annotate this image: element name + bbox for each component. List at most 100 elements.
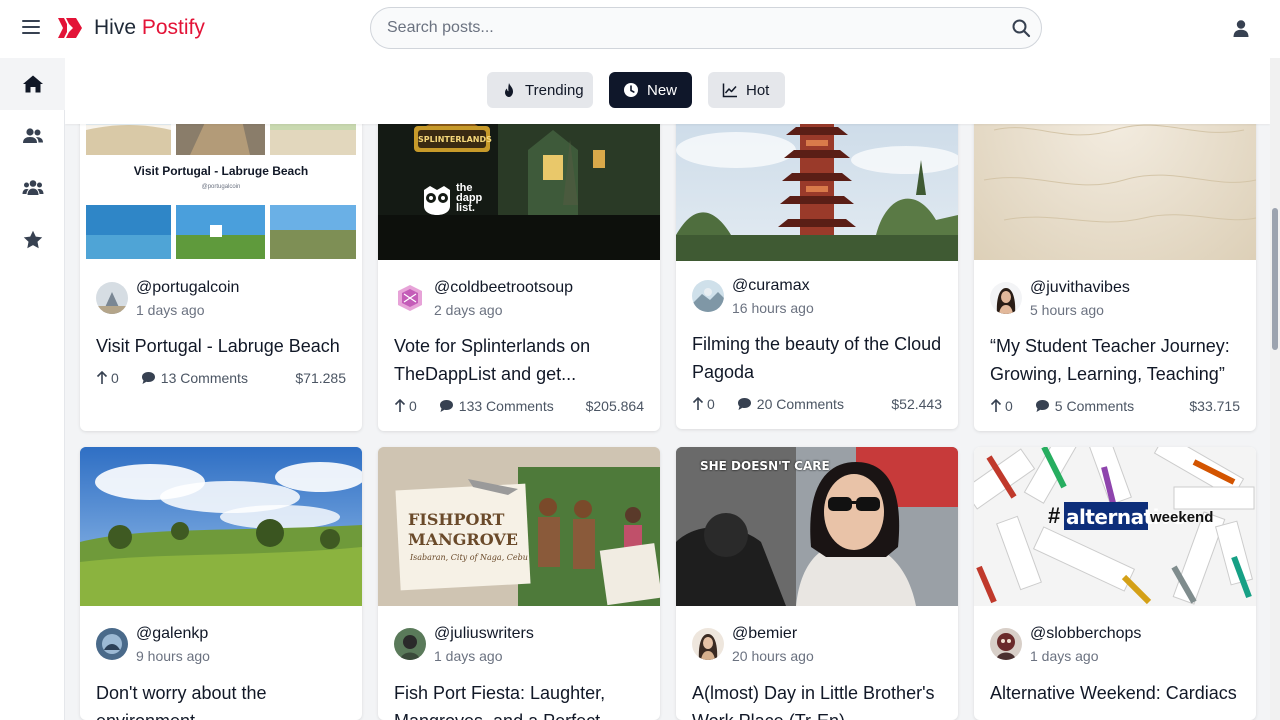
owl-logo-icon [424, 186, 450, 215]
post-card[interactable]: @galenkp 9 hours ago Don't worry about t… [80, 447, 362, 720]
post-time: 16 hours ago [732, 300, 814, 316]
comment-icon [141, 372, 155, 384]
post-author-row: @bemier 20 hours ago [692, 624, 814, 666]
comments-button[interactable]: 133 Comments [439, 398, 554, 414]
post-author-row: @juliuswriters 1 days ago [394, 624, 534, 666]
author-avatar[interactable] [394, 628, 426, 660]
comment-icon [439, 400, 453, 412]
comment-icon [1035, 400, 1049, 412]
post-time: 1 days ago [136, 302, 205, 318]
hive-logo-icon [58, 18, 82, 38]
thumbnail-overlay-text: SHE DOESN'T CARE [700, 459, 830, 473]
page-scrollbar[interactable] [1270, 58, 1280, 720]
user-account-icon[interactable] [1230, 18, 1252, 40]
search-input[interactable] [387, 19, 987, 37]
author-avatar[interactable] [692, 628, 724, 660]
post-author-row: @portugalcoin 1 days ago [96, 278, 239, 320]
post-thumbnail[interactable] [80, 447, 362, 606]
comments-button[interactable]: 13 Comments [141, 370, 248, 386]
post-title[interactable]: Don't worry about the environment [96, 679, 352, 720]
post-time: 1 days ago [1030, 648, 1099, 664]
vote-count: 0 [409, 398, 417, 414]
upvote-button[interactable]: 0 [990, 398, 1013, 414]
vote-count: 0 [707, 396, 715, 412]
post-time: 2 days ago [434, 302, 503, 318]
author-name[interactable]: @juvithavibes [1030, 278, 1130, 298]
post-author-row: @galenkp 9 hours ago [96, 624, 210, 666]
upvote-button[interactable]: 0 [394, 398, 417, 414]
comments-button[interactable]: 5 Comments [1035, 398, 1134, 414]
sidebar-item-favorites[interactable] [0, 214, 65, 266]
thumbnail-caption: Visit Portugal - Labruge Beach [133, 164, 309, 178]
vote-count: 0 [111, 370, 119, 386]
sort-filter-bar: Trending New Hot [65, 58, 1270, 124]
filter-new-button[interactable]: New [609, 72, 692, 108]
thumbnail-logo-text: the dapp list. [456, 182, 483, 214]
post-thumbnail[interactable]: SHE DOESN'T CARE [676, 447, 958, 606]
post-time: 5 hours ago [1030, 302, 1104, 318]
post-title[interactable]: Visit Portugal - Labruge Beach [96, 332, 352, 360]
author-avatar[interactable] [394, 282, 426, 314]
post-title[interactable]: Alternative Weekend: Cardiacs [990, 679, 1246, 707]
author-name[interactable]: @bemier [732, 624, 814, 644]
menu-icon[interactable] [22, 20, 40, 36]
post-title[interactable]: Vote for Splinterlands on TheDappList an… [394, 332, 650, 388]
upvote-button[interactable]: 0 [96, 370, 119, 386]
search-icon[interactable] [1011, 18, 1031, 38]
arrow-up-icon [394, 399, 406, 412]
top-header: Hive Postify [0, 0, 1280, 58]
comment-icon [737, 398, 751, 410]
app-logo[interactable]: Hive Postify [54, 15, 205, 41]
scrollbar-thumb[interactable] [1272, 208, 1278, 350]
author-avatar[interactable] [96, 628, 128, 660]
author-avatar[interactable] [96, 282, 128, 314]
star-icon [23, 230, 42, 249]
post-card[interactable]: FISHPORT MANGROVE Isabaran, City of Naga,… [378, 447, 660, 720]
communities-icon [22, 180, 43, 195]
author-name[interactable]: @portugalcoin [136, 278, 239, 298]
thumbnail-brand-text: SPLINTERLANDS [418, 135, 492, 144]
author-name[interactable]: @curamax [732, 276, 814, 296]
comment-count: 13 Comments [160, 370, 248, 386]
flame-icon [505, 83, 513, 97]
author-avatar[interactable] [692, 280, 724, 312]
comments-button[interactable]: 20 Comments [737, 396, 844, 412]
upvote-button[interactable]: 0 [692, 396, 715, 412]
comment-count: 133 Comments [458, 398, 554, 414]
sidebar-item-home[interactable] [0, 58, 65, 110]
post-card[interactable]: # alternative weekend @slobberchops 1 da… [974, 447, 1256, 720]
sidebar-item-communities[interactable] [0, 162, 65, 214]
post-thumbnail[interactable]: FISHPORT MANGROVE Isabaran, City of Naga,… [378, 447, 660, 606]
author-avatar[interactable] [990, 628, 1022, 660]
vote-count: 0 [1005, 398, 1013, 414]
users-icon [22, 128, 43, 143]
post-title[interactable]: “My Student Teacher Journey: Growing, Le… [990, 332, 1246, 388]
filter-trending-button[interactable]: Trending [487, 72, 593, 108]
post-title[interactable]: Fish Port Fiesta: Laughter, Mangroves, a… [394, 679, 650, 720]
thumbnail-title-text: FISHPORT MANGROVE [408, 510, 518, 549]
comment-count: 5 Comments [1054, 398, 1135, 414]
author-name[interactable]: @coldbeetrootsoup [434, 278, 573, 298]
post-title[interactable]: Filming the beauty of the Cloud Pagoda [692, 330, 948, 386]
post-card[interactable]: SHE DOESN'T CARE @bemier 20 hours ago A(… [676, 447, 958, 720]
thumbnail-word2-text: weekend [1150, 509, 1214, 526]
filter-hot-button[interactable]: Hot [708, 72, 785, 108]
sidebar-item-following[interactable] [0, 110, 65, 162]
payout-value: $33.715 [1189, 398, 1240, 414]
post-thumbnail[interactable]: # alternative weekend [974, 447, 1256, 606]
author-name[interactable]: @juliuswriters [434, 624, 534, 644]
arrow-up-icon [692, 397, 704, 410]
post-author-row: @coldbeetrootsoup 2 days ago [394, 278, 573, 320]
app-name: Hive Postify [94, 16, 205, 39]
post-title[interactable]: A(lmost) Day in Little Brother's Work Pl… [692, 679, 948, 720]
author-name[interactable]: @slobberchops [1030, 624, 1141, 644]
author-name[interactable]: @galenkp [136, 624, 210, 644]
post-stats: 0 20 Comments $52.443 [692, 394, 942, 414]
post-author-row: @curamax 16 hours ago [692, 276, 814, 318]
author-avatar[interactable] [990, 282, 1022, 314]
thumbnail-landscape-image [80, 447, 362, 606]
arrow-up-icon [96, 371, 108, 384]
chart-line-icon [722, 83, 737, 98]
post-stats: 0 5 Comments $33.715 [990, 396, 1240, 416]
payout-value: $52.443 [891, 396, 942, 412]
